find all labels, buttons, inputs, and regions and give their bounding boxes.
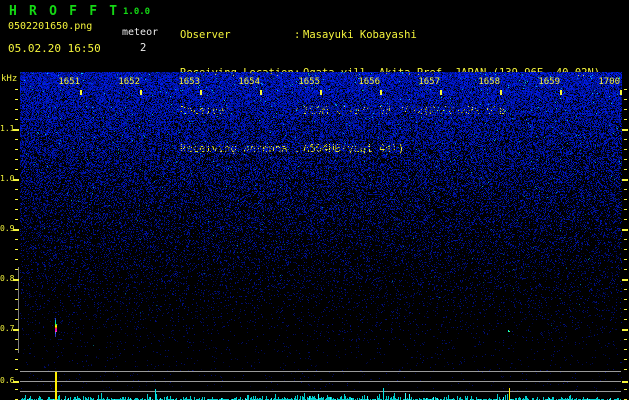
freq-tick-label: 0.9 — [0, 224, 15, 233]
datetime-label: 05.02.20 16:50 — [8, 42, 101, 55]
freq-tick-label: 1.0 — [0, 174, 15, 183]
time-tick-label: 1651 — [58, 77, 80, 87]
time-tick-label: 1659 — [538, 77, 560, 87]
info-row-observer: Observer: Masayuki Kobayashi — [180, 29, 417, 42]
time-tick-label: 1653 — [178, 77, 200, 87]
time-tick-label: 1657 — [418, 77, 440, 87]
output-filename: 0502201650.png — [8, 21, 93, 32]
info-value: Masayuki Kobayashi — [303, 29, 417, 42]
app-title: H R O F F T — [9, 4, 120, 19]
mode-label: meteor — [122, 27, 159, 38]
freq-tick-label: 0.7 — [0, 324, 15, 333]
app-version: 1.0.0 — [123, 7, 151, 17]
hrofft-window: H R O F F T 1.0.0 0502201650.png meteor … — [0, 0, 629, 400]
freq-tick-label: 1.1 — [0, 124, 15, 133]
freq-tick-label: 0.6 — [0, 376, 15, 385]
time-tick-label: 1655 — [298, 77, 320, 87]
time-tick-label: 1700 — [598, 77, 620, 87]
meteor-count: 2 — [140, 42, 147, 54]
info-label: Observer — [180, 29, 231, 42]
time-tick-label: 1654 — [238, 77, 260, 87]
freq-axis-unit: kHz — [1, 74, 18, 84]
time-tick-label: 1652 — [118, 77, 140, 87]
spectrogram-canvas — [0, 60, 629, 400]
time-tick-label: 1656 — [358, 77, 380, 87]
time-tick-label: 1658 — [478, 77, 500, 87]
freq-tick-label: 0.8 — [0, 274, 15, 283]
